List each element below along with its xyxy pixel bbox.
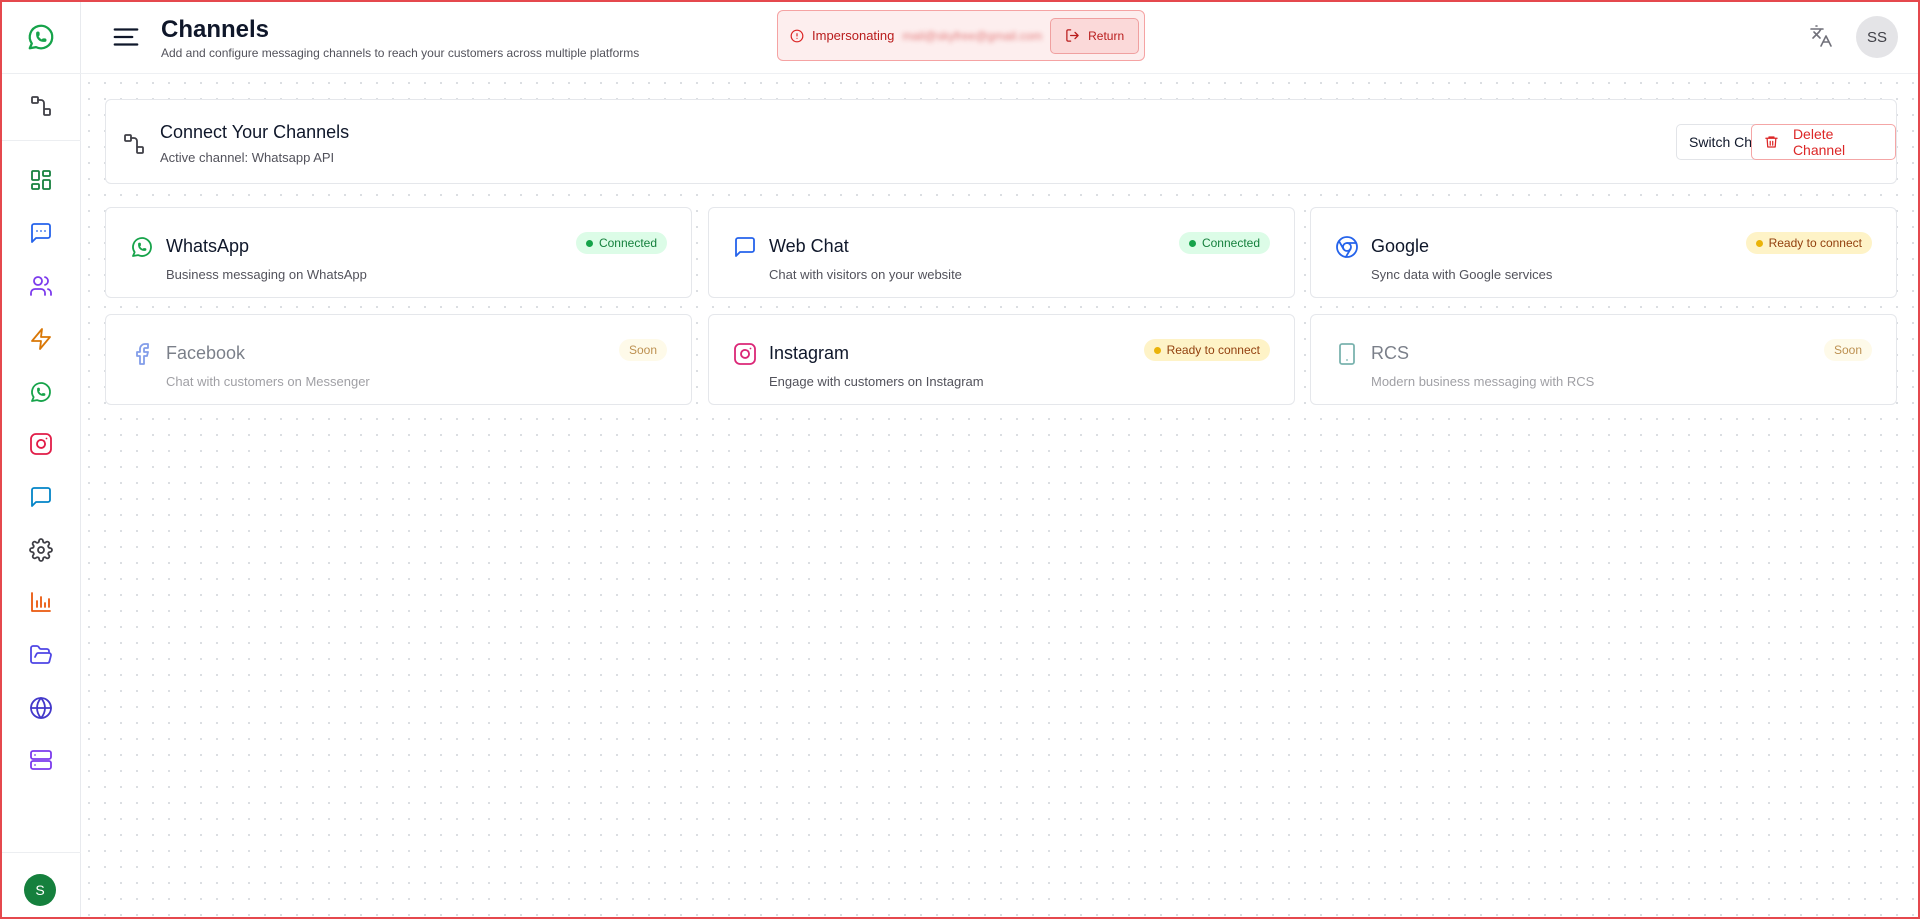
sidebar-item-whatsapp[interactable] xyxy=(23,374,59,410)
status-badge: Connected xyxy=(575,232,667,254)
channel-name: Instagram xyxy=(769,343,850,363)
chart-icon xyxy=(31,592,51,612)
channel-description: Engage with customers on Instagram xyxy=(769,374,984,389)
page-title: Channels xyxy=(161,16,270,43)
sidebar-item-analytics[interactable] xyxy=(23,584,59,620)
folder-icon xyxy=(30,645,52,664)
status-badge: Soon xyxy=(1823,339,1872,361)
hamburger-menu-icon xyxy=(113,28,139,46)
app-logo-icon[interactable] xyxy=(26,22,56,52)
return-label: Return xyxy=(1088,28,1125,43)
lightning-icon xyxy=(31,328,51,350)
server-icon xyxy=(30,750,52,770)
channel-description: Sync data with Google services xyxy=(1371,267,1553,282)
status-badge: Soon xyxy=(618,339,667,361)
main-content: Connect Your Channels Active channel: Wh… xyxy=(81,75,1918,917)
channel-name: WhatsApp xyxy=(166,236,250,256)
phone-icon xyxy=(1339,343,1355,365)
sidebar-item-automation[interactable] xyxy=(23,321,59,357)
logout-icon xyxy=(1066,29,1079,42)
channel-card-instagram[interactable]: Instagram Engage with customers on Insta… xyxy=(708,314,1295,405)
settings-icon xyxy=(29,538,53,562)
channel-description: Chat with visitors on your website xyxy=(769,267,962,282)
whatsapp-icon xyxy=(132,237,152,257)
impersonating-label: Impersonating xyxy=(812,28,895,43)
dashboard-icon xyxy=(31,170,51,190)
google-icon xyxy=(1336,236,1358,258)
sidebar: S xyxy=(2,2,81,917)
channels-icon xyxy=(31,96,51,116)
channel-description: Chat with customers on Messenger xyxy=(166,374,370,389)
chat-bubble-icon xyxy=(735,237,755,257)
sidebar-item-server[interactable] xyxy=(23,742,59,778)
channel-name: Facebook xyxy=(166,343,246,363)
sidebar-item-messages[interactable] xyxy=(23,479,59,515)
top-header: Channels Add and configure messaging cha… xyxy=(81,2,1918,74)
delete-channel-button[interactable]: Delete Channel xyxy=(1751,124,1896,160)
sidebar-item-chat[interactable] xyxy=(23,215,59,251)
users-icon xyxy=(30,276,52,296)
sidebar-item-dashboard[interactable] xyxy=(23,162,59,198)
alert-circle-icon xyxy=(790,29,804,42)
channel-name: RCS xyxy=(1371,343,1410,363)
message-icon xyxy=(31,487,51,507)
channel-name: Google xyxy=(1371,236,1430,256)
whatsapp-icon xyxy=(31,382,51,402)
status-badge: Ready to connect xyxy=(1745,232,1872,254)
sidebar-item-web[interactable] xyxy=(23,690,59,726)
channel-name: Web Chat xyxy=(769,236,849,256)
connect-title: Connect Your Channels xyxy=(160,122,350,142)
sidebar-item-settings[interactable] xyxy=(23,532,59,568)
impersonated-email: mail@skyfree@gmail.com xyxy=(902,28,1043,43)
active-channel-text: Active channel: Whatsapp API xyxy=(160,150,335,165)
translate-icon xyxy=(1810,25,1832,47)
sidebar-item-channels[interactable] xyxy=(23,88,59,124)
delete-channel-label: Delete Channel xyxy=(1792,126,1846,158)
status-badge: Ready to connect xyxy=(1143,339,1270,361)
chat-icon xyxy=(31,223,51,243)
sidebar-item-files[interactable] xyxy=(23,637,59,673)
instagram-icon xyxy=(30,433,52,455)
user-avatar[interactable]: SS xyxy=(1856,16,1898,58)
facebook-icon xyxy=(136,343,149,365)
channel-card-rcs[interactable]: RCS Modern business messaging with RCS S… xyxy=(1310,314,1897,405)
sidebar-item-users[interactable] xyxy=(23,268,59,304)
language-button[interactable] xyxy=(1809,24,1835,50)
sidebar-user-avatar[interactable]: S xyxy=(24,874,56,906)
page-subtitle: Add and configure messaging channels to … xyxy=(161,46,640,60)
channel-card-webchat[interactable]: Web Chat Chat with visitors on your webs… xyxy=(708,207,1295,298)
sidebar-divider xyxy=(2,140,81,141)
channels-icon xyxy=(124,134,144,154)
instagram-icon xyxy=(734,343,756,365)
channel-description: Modern business messaging with RCS xyxy=(1371,374,1595,389)
channel-card-whatsapp[interactable]: WhatsApp Business messaging on WhatsApp … xyxy=(105,207,692,298)
channel-description: Business messaging on WhatsApp xyxy=(166,267,367,282)
sidebar-divider xyxy=(2,852,81,853)
channel-card-google[interactable]: Google Sync data with Google services Re… xyxy=(1310,207,1897,298)
impersonation-banner: Impersonating mail@skyfree@gmail.com Ret… xyxy=(777,10,1145,61)
sidebar-divider xyxy=(2,73,81,74)
channel-card-facebook[interactable]: Facebook Chat with customers on Messenge… xyxy=(105,314,692,405)
menu-toggle-button[interactable] xyxy=(111,22,141,52)
globe-icon xyxy=(30,697,52,719)
connect-channels-card: Connect Your Channels Active channel: Wh… xyxy=(105,99,1897,184)
sidebar-item-instagram[interactable] xyxy=(23,426,59,462)
trash-icon xyxy=(1765,136,1778,148)
status-badge: Connected xyxy=(1178,232,1270,254)
return-button[interactable]: Return xyxy=(1050,17,1140,54)
